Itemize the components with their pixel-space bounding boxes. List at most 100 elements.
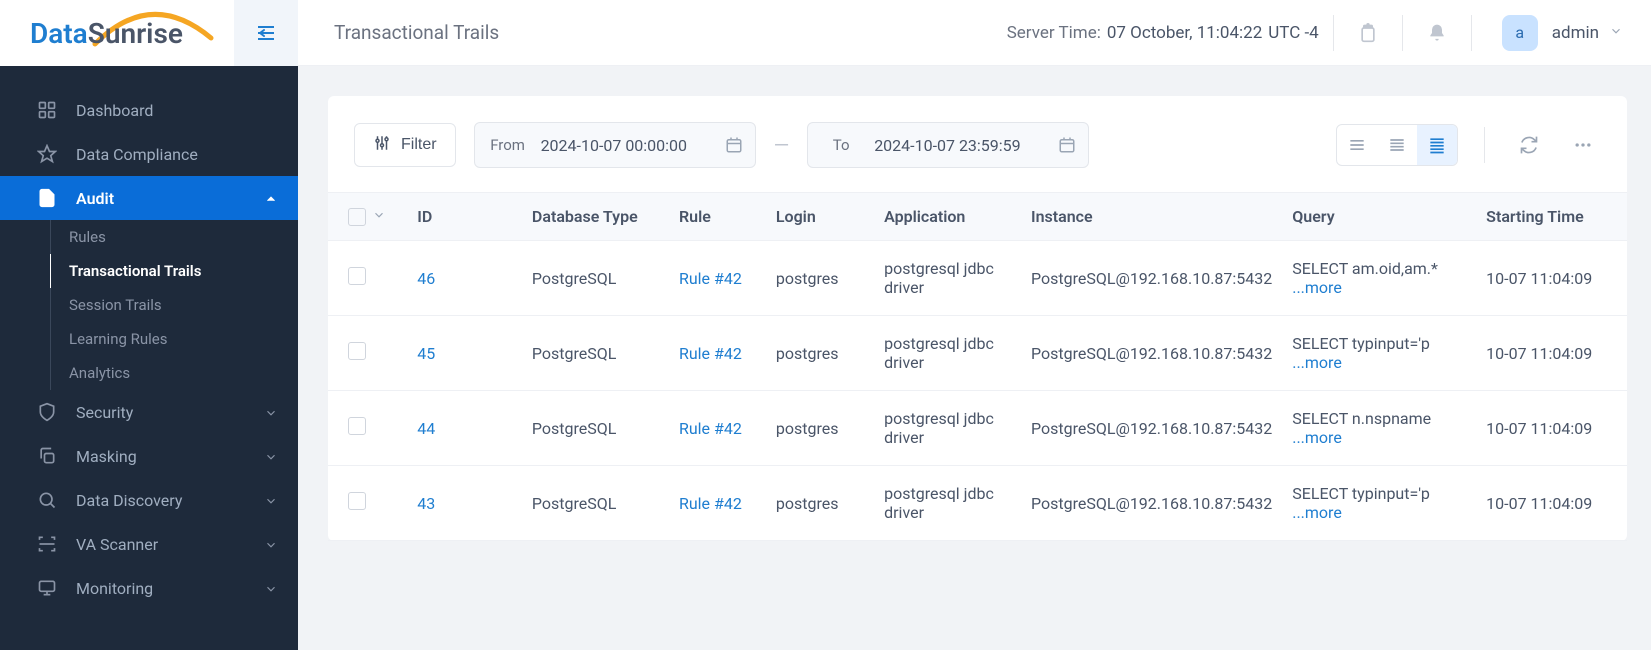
date-to-label: To (808, 136, 874, 154)
col-id[interactable]: ID (407, 193, 522, 241)
row-query: SELECT typinput='p...more (1282, 466, 1476, 541)
server-time-label: Server Time: (1007, 23, 1101, 43)
sidebar-sub-learning-rules[interactable]: Learning Rules (50, 322, 298, 356)
view-medium-button[interactable] (1377, 125, 1417, 165)
more-link[interactable]: ...more (1292, 278, 1342, 297)
scan-icon (36, 533, 58, 555)
sidebar-item-label: Masking (76, 447, 264, 466)
row-db: PostgreSQL (522, 391, 669, 466)
row-id-link[interactable]: 45 (417, 344, 435, 363)
table-row[interactable]: 43PostgreSQLRule #42postgrespostgresql j… (328, 466, 1627, 541)
row-checkbox[interactable] (348, 342, 366, 360)
date-to-field[interactable]: To 2024-10-07 23:59:59 (807, 122, 1089, 168)
sidebar: DataSunrise Dashboard Data Compliance Au… (0, 0, 298, 650)
sidebar-item-masking[interactable]: Masking (0, 434, 298, 478)
row-query: SELECT typinput='p...more (1282, 316, 1476, 391)
row-rule-link[interactable]: Rule #42 (679, 419, 742, 438)
row-instance: PostgreSQL@192.168.10.87:5432 (1021, 391, 1282, 466)
user-menu-caret[interactable] (1609, 23, 1623, 42)
view-expanded-button[interactable] (1417, 125, 1457, 165)
more-link[interactable]: ...more (1292, 353, 1342, 372)
chevron-down-icon (264, 493, 278, 507)
clipboard-icon[interactable] (1348, 13, 1388, 53)
more-link[interactable]: ...more (1292, 428, 1342, 447)
sidebar-sub-analytics[interactable]: Analytics (50, 356, 298, 390)
row-db: PostgreSQL (522, 241, 669, 316)
table-row[interactable]: 45PostgreSQLRule #42postgrespostgresql j… (328, 316, 1627, 391)
sidebar-sub-label: Transactional Trails (69, 262, 201, 280)
sidebar-sub-rules[interactable]: Rules (50, 220, 298, 254)
row-rule-link[interactable]: Rule #42 (679, 344, 742, 363)
chevron-down-icon[interactable] (372, 207, 386, 226)
logo-part2: Sunrise (88, 17, 183, 50)
sidebar-item-label: Audit (76, 189, 264, 208)
user-avatar[interactable]: a (1502, 15, 1538, 51)
monitor-icon (36, 577, 58, 599)
shield-icon (36, 401, 58, 423)
row-checkbox[interactable] (348, 492, 366, 510)
chevron-down-icon (264, 581, 278, 595)
sidebar-item-label: Data Compliance (76, 145, 278, 164)
bell-icon[interactable] (1417, 13, 1457, 53)
sidebar-item-label: Security (76, 403, 264, 422)
row-checkbox[interactable] (348, 267, 366, 285)
col-starting-time[interactable]: Starting Time (1476, 193, 1627, 241)
row-id-link[interactable]: 43 (417, 494, 435, 513)
sidebar-sub-label: Learning Rules (69, 330, 168, 348)
row-instance: PostgreSQL@192.168.10.87:5432 (1021, 466, 1282, 541)
sidebar-item-dashboard[interactable]: Dashboard (0, 88, 298, 132)
grid-icon (36, 99, 58, 121)
row-db: PostgreSQL (522, 466, 669, 541)
row-rule-link[interactable]: Rule #42 (679, 494, 742, 513)
chevron-down-icon (264, 537, 278, 551)
top-header: Transactional Trails Server Time: 07 Oct… (298, 0, 1651, 66)
sidebar-sub-transactional-trails[interactable]: Transactional Trails (50, 254, 298, 288)
sidebar-item-data-discovery[interactable]: Data Discovery (0, 478, 298, 522)
row-id-link[interactable]: 46 (417, 269, 435, 288)
date-from-field[interactable]: From 2024-10-07 00:00:00 (474, 122, 756, 168)
more-link[interactable]: ...more (1292, 503, 1342, 522)
logo-part1: Data (30, 17, 88, 50)
row-time: 10-07 11:04:09 (1476, 241, 1627, 316)
user-name: admin (1552, 23, 1599, 43)
row-time: 10-07 11:04:09 (1476, 316, 1627, 391)
col-query[interactable]: Query (1282, 193, 1476, 241)
sidebar-item-data-compliance[interactable]: Data Compliance (0, 132, 298, 176)
row-instance: PostgreSQL@192.168.10.87:5432 (1021, 241, 1282, 316)
row-application: postgresql jdbc driver (874, 391, 1021, 466)
sidebar-sub-label: Analytics (69, 364, 130, 382)
row-time: 10-07 11:04:09 (1476, 391, 1627, 466)
sidebar-sub-session-trails[interactable]: Session Trails (50, 288, 298, 322)
chevron-up-icon (264, 191, 278, 205)
row-checkbox[interactable] (348, 417, 366, 435)
row-rule-link[interactable]: Rule #42 (679, 269, 742, 288)
refresh-button[interactable] (1511, 127, 1547, 163)
col-application[interactable]: Application (874, 193, 1021, 241)
sidebar-item-security[interactable]: Security (0, 390, 298, 434)
star-icon (36, 143, 58, 165)
col-login[interactable]: Login (766, 193, 874, 241)
filter-button[interactable]: Filter (354, 123, 456, 167)
col-database-type[interactable]: Database Type (522, 193, 669, 241)
sidebar-collapse-button[interactable] (234, 0, 298, 66)
more-options-button[interactable] (1565, 127, 1601, 163)
row-login: postgres (766, 241, 874, 316)
sliders-icon (373, 134, 391, 157)
table-row[interactable]: 46PostgreSQLRule #42postgrespostgresql j… (328, 241, 1627, 316)
select-all-checkbox[interactable] (348, 208, 366, 226)
row-query: SELECT am.oid,am.*...more (1282, 241, 1476, 316)
date-range-dash: — (774, 133, 790, 157)
col-instance[interactable]: Instance (1021, 193, 1282, 241)
copy-icon (36, 445, 58, 467)
col-rule[interactable]: Rule (669, 193, 766, 241)
logo: DataSunrise (30, 17, 183, 50)
calendar-icon[interactable] (713, 136, 755, 154)
sidebar-item-va-scanner[interactable]: VA Scanner (0, 522, 298, 566)
calendar-icon[interactable] (1046, 136, 1088, 154)
table-row[interactable]: 44PostgreSQLRule #42postgrespostgresql j… (328, 391, 1627, 466)
filter-label: Filter (401, 136, 437, 154)
sidebar-item-audit[interactable]: Audit (0, 176, 298, 220)
sidebar-item-monitoring[interactable]: Monitoring (0, 566, 298, 610)
view-compact-button[interactable] (1337, 125, 1377, 165)
row-id-link[interactable]: 44 (417, 419, 435, 438)
